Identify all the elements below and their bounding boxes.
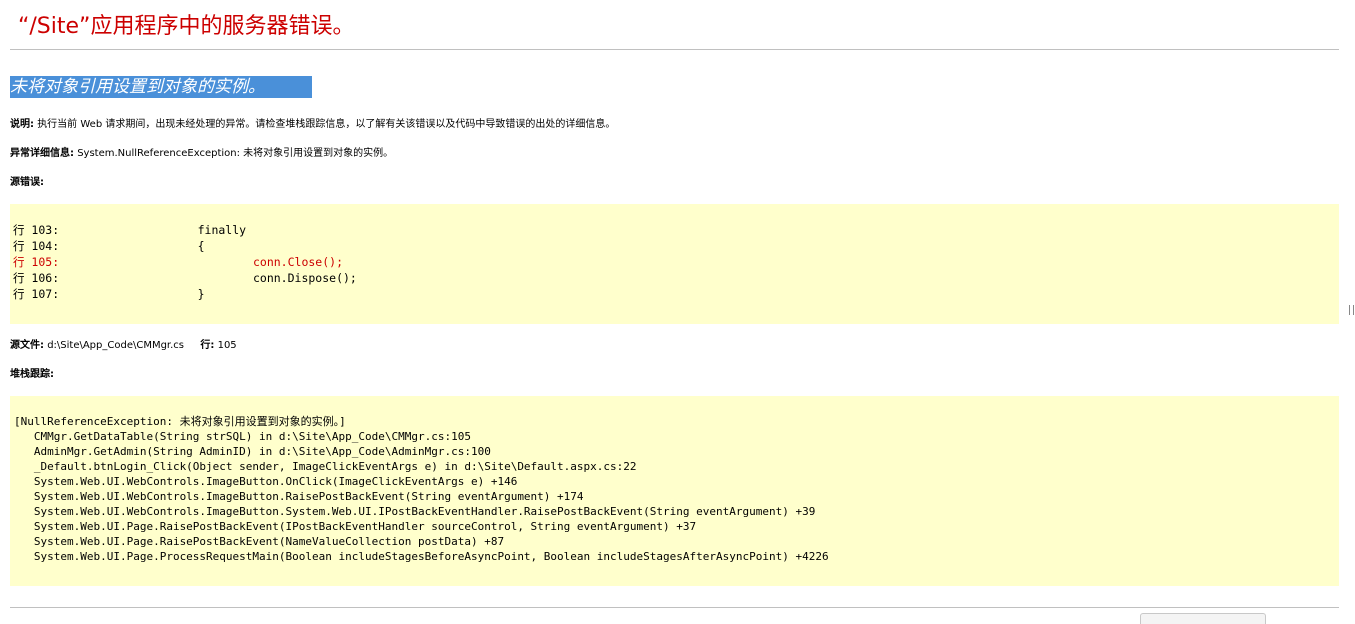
stack-trace-line: System.Web.UI.Page.RaisePostBackEvent(Na…	[14, 535, 505, 548]
source-error-label: 源错误:	[10, 177, 44, 188]
source-file-path: d:\Site\App_Code\CMMgr.cs	[47, 340, 185, 351]
stack-trace-line: System.Web.UI.Page.RaisePostBackEvent(IP…	[14, 520, 697, 533]
exception-details-text: System.NullReferenceException: 未将对象引用设置到…	[77, 148, 394, 159]
footer-divider	[10, 607, 1339, 608]
source-line: 行 107: }	[13, 286, 357, 302]
stack-trace-line: System.Web.UI.WebControls.ImageButton.Ra…	[14, 490, 584, 503]
stack-trace-line: System.Web.UI.WebControls.ImageButton.On…	[14, 475, 518, 488]
source-line-code: finally	[59, 223, 247, 237]
stack-trace-line: _Default.btnLogin_Click(Object sender, I…	[14, 460, 637, 473]
description-row: 说明: 执行当前 Web 请求期间，出现未经处理的异常。请检查堆栈跟踪信息，以了…	[10, 118, 615, 132]
source-line: 行 104: {	[13, 238, 357, 254]
source-line-code: conn.Close();	[59, 255, 343, 269]
error-page: “/Site”应用程序中的服务器错误。 未将对象引用设置到对象的实例。 说明: …	[0, 0, 1340, 619]
source-line-number: 行 104:	[13, 239, 60, 253]
description-label: 说明:	[10, 119, 34, 130]
source-line-code: {	[59, 239, 205, 253]
stack-trace-line: CMMgr.GetDataTable(String strSQL) in d:\…	[14, 430, 471, 443]
stack-trace-line: AdminMgr.GetAdmin(String AdminID) in d:\…	[14, 445, 491, 458]
source-file-row: 源文件: d:\Site\App_Code\CMMgr.cs 行: 105	[10, 339, 237, 353]
stack-trace-line: [NullReferenceException: 未将对象引用设置到对象的实例。…	[14, 415, 346, 428]
source-line-code: conn.Dispose();	[59, 271, 357, 285]
stack-trace-line: System.Web.UI.Page.ProcessRequestMain(Bo…	[14, 550, 829, 563]
source-line-number: 行 103:	[13, 223, 60, 237]
source-line-error: 行 105: conn.Close();	[13, 254, 357, 270]
exception-details-row: 异常详细信息: System.NullReferenceException: 未…	[10, 147, 393, 161]
page-title: “/Site”应用程序中的服务器错误。	[18, 14, 355, 39]
source-line-number: 行 105:	[13, 255, 60, 269]
source-line-code: }	[59, 287, 205, 301]
title-divider	[10, 49, 1339, 50]
source-line-number: 行 106:	[13, 271, 60, 285]
source-code-block: 行 103: finally 行 104: {行 105: conn.Close(…	[10, 204, 1339, 324]
source-line: 行 106: conn.Dispose();	[13, 270, 357, 286]
source-code-lines: 行 103: finally 行 104: {行 105: conn.Close(…	[13, 222, 357, 302]
resize-grip-icon[interactable]	[1349, 305, 1354, 315]
source-line-number: 105	[217, 340, 237, 351]
source-line-label: 行:	[200, 340, 215, 351]
stack-trace-row: 堆栈跟踪:	[10, 368, 54, 382]
source-error-row: 源错误:	[10, 176, 44, 190]
stack-trace-label: 堆栈跟踪:	[10, 369, 54, 380]
error-message-heading[interactable]: 未将对象引用设置到对象的实例。	[10, 76, 312, 98]
stack-trace-line: System.Web.UI.WebControls.ImageButton.Sy…	[14, 505, 816, 518]
description-text: 执行当前 Web 请求期间，出现未经处理的异常。请检查堆栈跟踪信息，以了解有关该…	[37, 119, 616, 130]
source-line-number: 行 107:	[13, 287, 60, 301]
exception-details-label: 异常详细信息:	[10, 148, 74, 159]
stack-trace-block: [NullReferenceException: 未将对象引用设置到对象的实例。…	[10, 396, 1339, 586]
stack-trace-lines: [NullReferenceException: 未将对象引用设置到对象的实例。…	[14, 414, 829, 564]
source-line: 行 103: finally	[13, 222, 357, 238]
source-file-label: 源文件:	[10, 340, 44, 351]
